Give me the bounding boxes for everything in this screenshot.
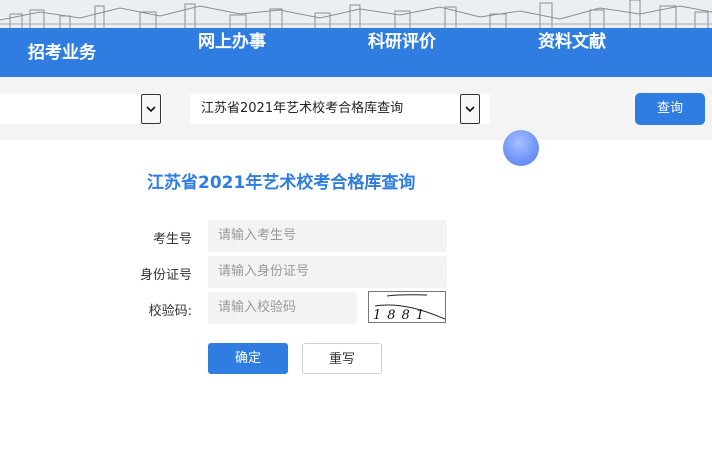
query-type-select-value: 江苏省2021年艺术校考合格库查询 (201, 101, 404, 116)
captcha-input[interactable]: 请输入校验码 (208, 292, 357, 324)
nav-item-documents[interactable]: 资料文献 (538, 32, 606, 52)
captcha-text: 1881 (373, 308, 430, 322)
chevron-down-icon[interactable] (141, 94, 161, 124)
main-nav: 招考业务 网上办事 科研评价 资料文献 (0, 28, 712, 77)
category-select[interactable] (0, 94, 162, 124)
candidate-number-label: 考生号 (152, 232, 192, 247)
header-banner-image (0, 0, 712, 28)
decorative-circle (503, 130, 539, 166)
id-number-input[interactable]: 请输入身份证号 (208, 256, 447, 288)
nav-item-online-services[interactable]: 网上办事 (198, 32, 266, 52)
reset-button[interactable]: 重写 (302, 343, 382, 374)
nav-item-research[interactable]: 科研评价 (368, 32, 436, 52)
captcha-image[interactable]: 1881 (368, 291, 446, 323)
captcha-label: 校验码: (148, 304, 192, 319)
captcha-graphic: 1881 (373, 294, 446, 323)
query-button[interactable]: 查询 (635, 93, 705, 125)
nav-item-admissions[interactable]: 招考业务 (28, 43, 96, 63)
id-number-label: 身份证号 (139, 268, 192, 283)
query-type-select[interactable]: 江苏省2021年艺术校考合格库查询 (190, 94, 490, 124)
form-title: 江苏省2021年艺术校考合格库查询 (147, 173, 416, 193)
chevron-down-icon[interactable] (460, 94, 480, 124)
candidate-number-input[interactable]: 请输入考生号 (208, 220, 447, 252)
submit-button[interactable]: 确定 (208, 343, 288, 374)
